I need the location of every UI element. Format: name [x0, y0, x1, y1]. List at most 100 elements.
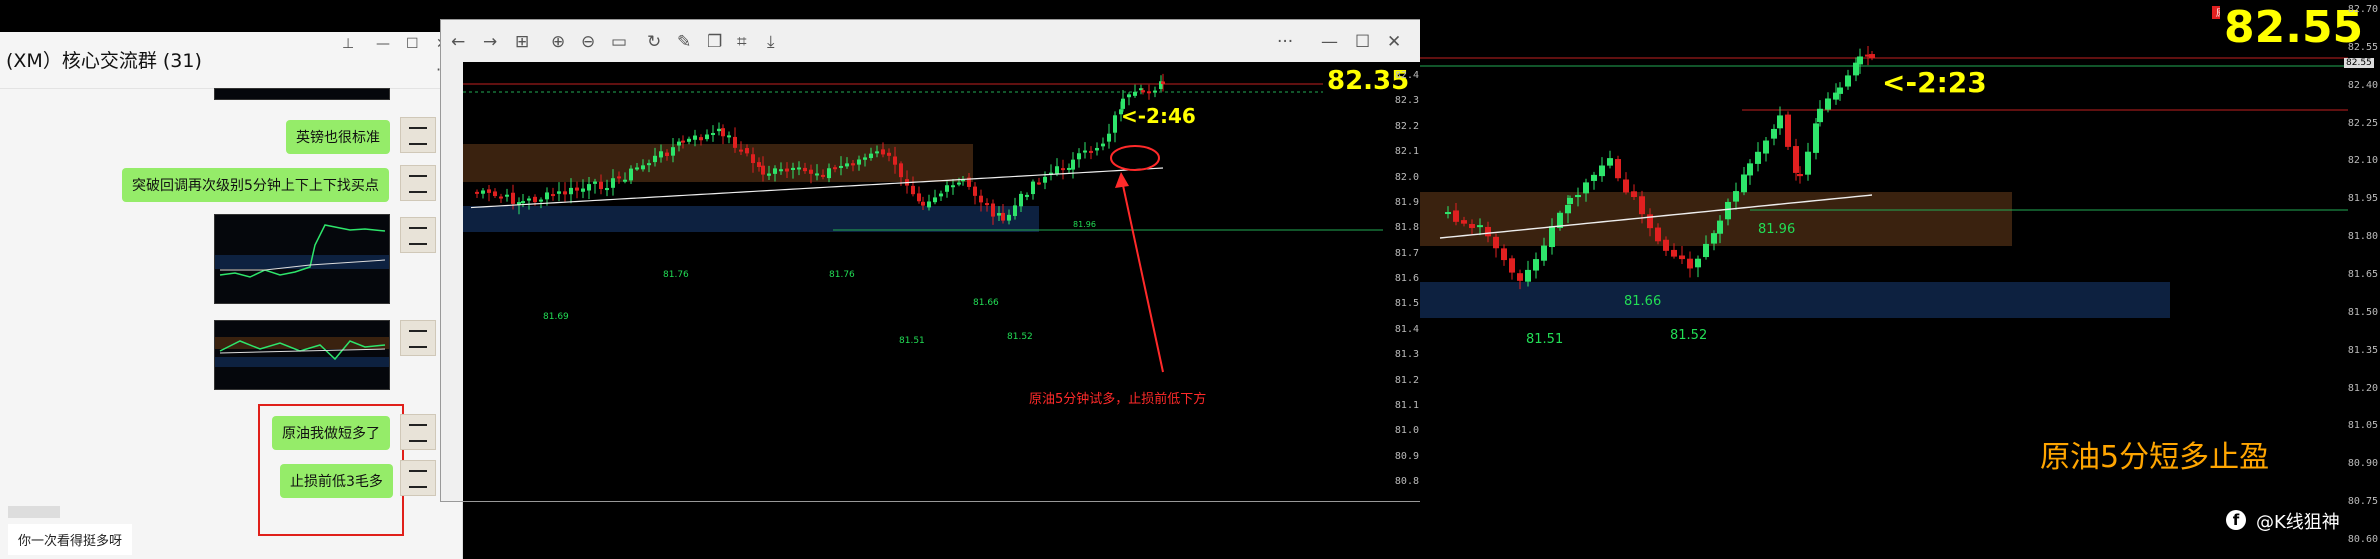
candle-body — [957, 182, 961, 185]
candle-body — [1083, 150, 1087, 153]
candle-body — [1001, 212, 1005, 221]
axis-tick-label: 81.20 — [2347, 382, 2378, 394]
avatar[interactable] — [400, 217, 436, 253]
candle-body — [1127, 94, 1131, 98]
image-message[interactable] — [214, 88, 390, 100]
maximize-icon[interactable]: ☐ — [1355, 32, 1370, 52]
candle-body — [505, 194, 509, 197]
candle-body — [1161, 81, 1165, 84]
candle-body — [653, 155, 657, 163]
candle-body — [1067, 167, 1071, 170]
axis-tick-label: 82.70 — [2347, 4, 2378, 15]
pin-icon[interactable]: ⊥ — [342, 36, 354, 52]
candle-body — [1019, 193, 1023, 207]
axis-tick-label: 82.2 — [1394, 120, 1419, 132]
maximize-icon[interactable]: ☐ — [406, 36, 419, 52]
candle-body — [581, 188, 585, 192]
candle-body — [951, 185, 955, 188]
avatar[interactable] — [400, 165, 436, 201]
zoom-out-icon[interactable]: ⊖ — [581, 32, 595, 52]
highlight-circle — [1110, 145, 1160, 171]
avatar[interactable] — [400, 460, 436, 496]
chat-input-preview[interactable]: 你一次看得挺多呀 — [8, 524, 133, 555]
edit-icon[interactable]: ✎ — [677, 32, 691, 52]
candle-body — [1703, 243, 1709, 258]
candle-body — [887, 152, 891, 156]
forward-icon[interactable]: → — [483, 32, 497, 52]
candle-body — [711, 133, 715, 136]
candle-body — [1549, 226, 1555, 248]
candle-body — [693, 135, 697, 140]
sender-name-blurred — [8, 506, 60, 518]
axis-tick-label: 81.2 — [1394, 374, 1419, 386]
image-message[interactable] — [214, 320, 390, 390]
candle-body — [933, 197, 937, 203]
copy-icon[interactable]: ❐ — [707, 32, 722, 52]
zoom-in-icon[interactable]: ⊕ — [551, 32, 565, 52]
candle-body — [1567, 197, 1573, 204]
chat-title: (XM）核心交流群 (31) — [6, 50, 202, 72]
candle-body — [803, 167, 807, 172]
chat-header: (XM）核心交流群 (31) ⊥ — ☐ ✕ ··· — [0, 32, 462, 89]
back-icon[interactable]: ← — [451, 32, 465, 52]
fit-icon[interactable]: ▭ — [611, 32, 627, 52]
candle-body — [1007, 214, 1011, 221]
axis-tick-label: 81.80 — [2347, 231, 2378, 243]
candle-body — [721, 128, 725, 137]
axis-tick-label: 81.65 — [2347, 269, 2378, 280]
candle-body — [1583, 182, 1589, 194]
candle-body — [1663, 239, 1669, 251]
support-zone — [1420, 282, 2170, 318]
avatar[interactable] — [400, 117, 436, 153]
candle-body — [917, 193, 921, 202]
candle-body — [677, 141, 681, 146]
candle-body — [629, 168, 633, 181]
grid-icon[interactable]: ⊞ — [515, 32, 529, 52]
annotation-arrow — [1120, 175, 1164, 373]
candle-body — [623, 179, 627, 182]
more-icon[interactable]: ··· — [1277, 32, 1293, 52]
candle-body — [665, 152, 669, 156]
candle-body — [1141, 90, 1145, 93]
close-icon[interactable]: ✕ — [1387, 32, 1401, 52]
candle-body — [1607, 158, 1613, 166]
candle-body — [1639, 196, 1645, 215]
candle-body — [991, 203, 995, 217]
image-message[interactable] — [214, 214, 390, 304]
candle-body — [1797, 174, 1803, 177]
chart-caption: 原油5分短多止盈 — [2040, 440, 2270, 475]
download-icon[interactable]: ⤓ — [767, 32, 775, 52]
candle-body — [1493, 236, 1499, 249]
axis-tick-label: 81.4 — [1394, 323, 1419, 335]
avatar[interactable] — [400, 320, 436, 356]
avatar[interactable] — [400, 414, 436, 450]
candle-body — [767, 173, 771, 176]
minimize-icon[interactable]: — — [376, 36, 390, 52]
candle-body — [475, 191, 479, 194]
candle-body — [1733, 191, 1739, 202]
candle-body — [1031, 181, 1035, 195]
minimize-icon[interactable]: — — [1321, 32, 1338, 52]
candle-body — [757, 162, 761, 168]
candle-body — [527, 198, 531, 201]
candle-body — [1061, 168, 1065, 171]
candle-body — [1453, 210, 1459, 222]
candle-body — [1785, 114, 1791, 147]
candle-body — [821, 174, 825, 177]
candle-body — [863, 157, 867, 160]
candle-body — [1679, 255, 1685, 260]
axis-tick-label: 82.10 — [2347, 155, 2378, 167]
candle-body — [1631, 191, 1637, 198]
candle-body — [739, 149, 743, 152]
candle-body — [1095, 147, 1099, 151]
level-label: 81.51 — [1526, 332, 1564, 347]
rotate-icon[interactable]: ↻ — [647, 32, 661, 52]
weibo-icon: f — [2226, 510, 2246, 530]
level-label: 81.66 — [973, 298, 999, 308]
axis-tick-label: 81.8 — [1394, 222, 1419, 234]
candle-body — [761, 165, 765, 175]
candle-body — [1695, 258, 1701, 268]
candle-body — [569, 187, 573, 195]
crop-icon[interactable]: ⌗ — [737, 32, 747, 52]
candle-body — [927, 201, 931, 208]
